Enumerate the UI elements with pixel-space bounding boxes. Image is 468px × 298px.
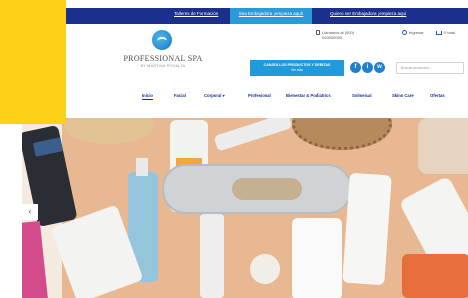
nav-item-facial[interactable]: Facial <box>174 93 186 98</box>
account-link[interactable]: Ingresar <box>402 30 424 36</box>
phone-icon <box>316 30 320 35</box>
carousel-prev-button[interactable]: ‹ <box>22 204 38 220</box>
whatsapp-icon[interactable]: w <box>374 62 385 73</box>
cart-icon <box>436 30 442 35</box>
promo-button-title: CANJEA LOS PRODUCTOS Y DEBITAS <box>263 63 331 67</box>
brand-logo-icon[interactable] <box>152 30 172 50</box>
brand-subtitle: BY MARTINA ROVALTA <box>140 64 186 68</box>
nav-item-solmeical[interactable]: Solmeical <box>352 93 372 98</box>
nav-item-profesional[interactable]: Profesional <box>248 93 271 98</box>
yellow-overlay <box>0 0 66 124</box>
hero-tall-tube <box>342 172 392 286</box>
user-icon <box>402 30 407 36</box>
nav-item-bienestar[interactable]: Bienestar & Podiatrics <box>286 93 331 98</box>
become-ambassador-link[interactable]: Quiero ser Embajadora ¡empieza aquí <box>330 11 406 16</box>
instagram-icon[interactable]: i <box>362 62 373 73</box>
facebook-icon[interactable]: f <box>350 62 361 73</box>
cart-link[interactable]: 0 total <box>436 30 455 35</box>
brand-name[interactable]: PROFESSIONAL SPA <box>118 54 208 63</box>
top-bar: Talleres de Formación Sea Embajadora ¡em… <box>22 8 468 24</box>
promo-button-subtitle: Ver más <box>291 68 303 72</box>
hero-plate <box>64 118 154 144</box>
account-label: Ingresar <box>409 30 424 35</box>
nav-item-inicio[interactable]: Inicio <box>142 93 153 100</box>
training-link[interactable]: Talleres de Formación <box>174 11 218 16</box>
nav-item-ofertas[interactable]: Ofertas <box>430 93 445 98</box>
promo-button[interactable]: CANJEA LOS PRODUCTOS Y DEBITAS Ver más <box>250 60 344 76</box>
hero-straw-hat <box>292 118 392 150</box>
contact-info: Llámanos al (000) 000000000 <box>316 30 354 40</box>
ambassador-link[interactable]: Sea Embajadora ¡empieza aquí! <box>230 8 312 24</box>
hero-slim-tube <box>200 214 224 298</box>
hero-cotton-pad <box>250 254 280 284</box>
hero-tube-lying <box>213 118 293 152</box>
hero-bag <box>418 118 468 174</box>
hero-orange-comb <box>402 254 468 298</box>
site-header: PROFESSIONAL SPA BY MARTINA ROVALTA Llám… <box>22 24 468 84</box>
nav-item-corporal[interactable]: Corporal ▾ <box>204 93 225 98</box>
nav-item-skins-care[interactable]: Skins Care <box>392 93 414 98</box>
hero-white-tube <box>292 218 342 298</box>
hero-jewelry <box>232 178 302 200</box>
hero-spray-cap <box>136 158 148 176</box>
search-input[interactable]: Buscar productos... <box>396 62 464 74</box>
hero-banner-image[interactable]: ‹ <box>22 118 468 298</box>
main-nav: Inicio Facial Corporal ▾ Profesional Bie… <box>22 88 468 104</box>
contact-line-2: 000000000 <box>322 35 343 40</box>
cart-label: 0 total <box>444 30 455 35</box>
page: Talleres de Formación Sea Embajadora ¡em… <box>0 0 468 298</box>
